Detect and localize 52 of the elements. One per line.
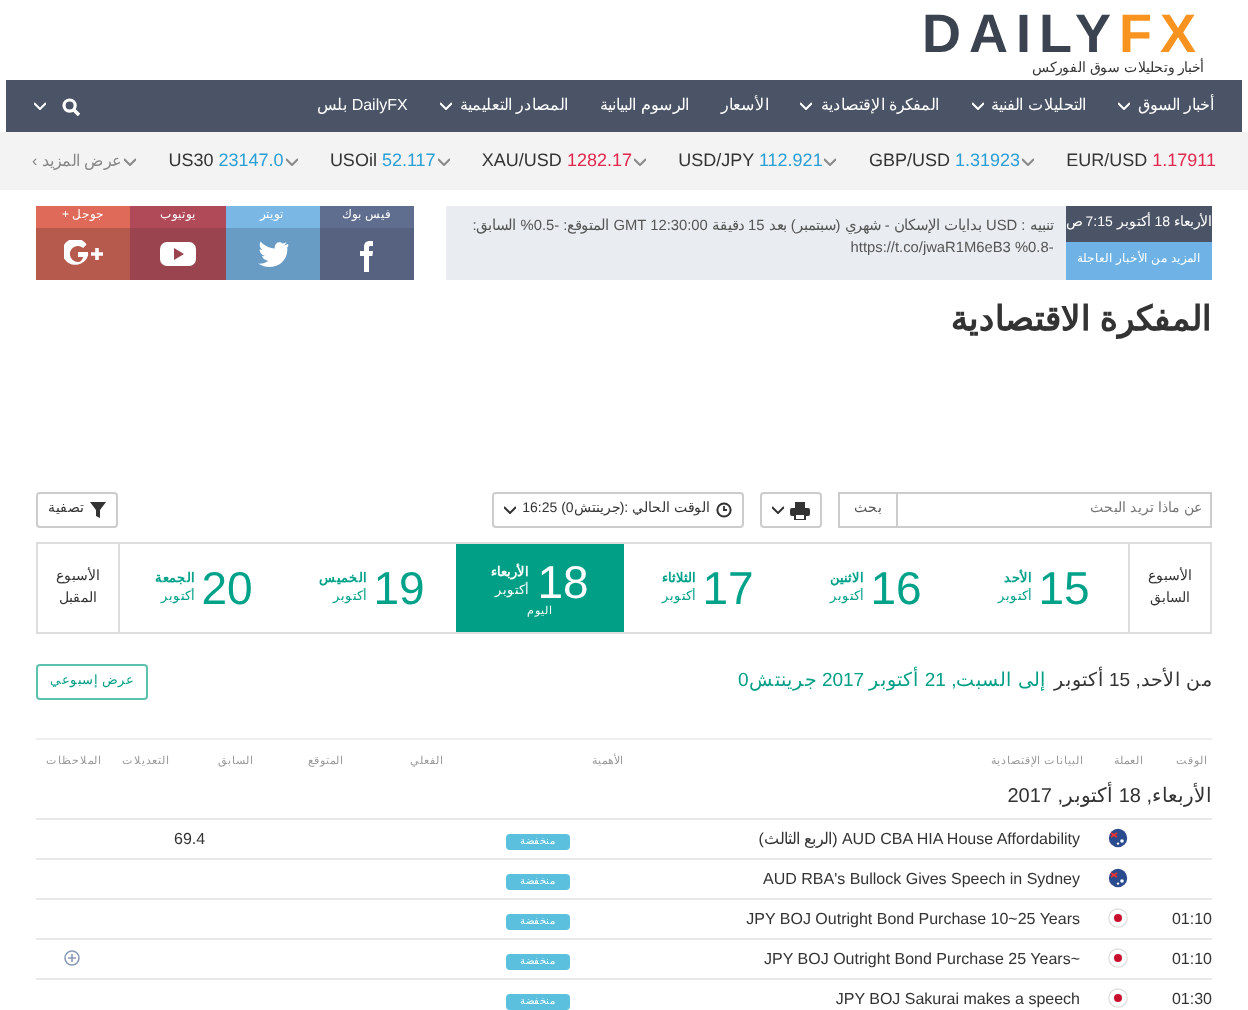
day-heading: الأربعاء, 18 أكتوبر, 2017 <box>36 778 1212 818</box>
caret-icon <box>634 157 647 165</box>
nav-link[interactable]: الأسعار <box>720 94 769 118</box>
caret-icon <box>824 157 837 165</box>
social-button[interactable] <box>319 228 414 280</box>
social-button[interactable] <box>225 228 320 280</box>
nav-link[interactable]: الرسوم البيانية <box>600 94 689 118</box>
caret-icon <box>504 506 517 514</box>
ticker-quote[interactable]: USD/JPY 112.921 <box>678 147 823 175</box>
search-icon[interactable] <box>62 97 80 115</box>
caret-icon <box>971 102 984 110</box>
social-button[interactable] <box>36 228 131 280</box>
clock-icon <box>716 502 732 518</box>
nav-link[interactable]: التحليلات الفنية <box>971 94 1086 118</box>
caret-icon <box>800 102 813 110</box>
nav-link[interactable]: المصادر التعليمية <box>439 94 569 118</box>
ticker-quote[interactable]: XAU/USD 1282.17 <box>481 147 632 175</box>
nav-link[interactable]: DailyFX بلس <box>317 94 408 118</box>
google-plus-icon <box>63 240 104 268</box>
date-range-end: إلى السبت, 21 أكتوبر 2017 جرينتش0 <box>738 667 1046 696</box>
caret-icon <box>285 157 298 165</box>
event-name: AUD RBA's Bullock Gives Speech in Sydney <box>763 869 1080 887</box>
ticker-quote[interactable]: EUR/USD 1.17911 <box>1066 147 1216 175</box>
ticker-quote[interactable]: US30 23147.0 <box>168 147 284 175</box>
social-button[interactable] <box>130 228 225 280</box>
ticker-quote[interactable]: GBP/USD 1.31923 <box>868 147 1020 175</box>
event-time: 01:10 <box>1171 949 1212 967</box>
event-time: 01:30 <box>1171 989 1212 1007</box>
caret-icon <box>1117 102 1130 110</box>
expand-icon[interactable] <box>63 950 79 967</box>
caret-icon <box>34 102 46 110</box>
page-title: المفكرة الاقتصادية <box>948 300 1212 343</box>
ticker-quote[interactable]: USOil 52.117 <box>329 147 436 175</box>
filter-icon <box>90 502 106 518</box>
event-name: AUD CBA HIA House Affordability (الربع الثالث) <box>758 829 1080 847</box>
event-name: ~JPY BOJ Outright Bond Purchase 25 Years <box>764 949 1080 967</box>
caret-icon <box>124 157 137 165</box>
logo[interactable]: DAILY FX <box>921 8 1204 60</box>
nav-link[interactable]: المفكرة الإقتصادية <box>800 94 940 118</box>
event-time: 01:10 <box>1171 909 1212 927</box>
event-name: JPY BOJ Sakurai makes a speech <box>835 989 1080 1007</box>
caret-icon <box>437 157 450 165</box>
printer-icon <box>790 501 810 519</box>
nav-link[interactable]: أخبار السوق <box>1117 94 1214 118</box>
video-play-icon <box>159 240 196 268</box>
caret-icon <box>439 102 452 110</box>
date-range-start: من الأحد, 15 أكتوبر <box>1053 667 1212 696</box>
caret-icon <box>772 506 784 514</box>
previous-value: 69.4 <box>174 829 206 847</box>
caret-icon <box>1022 157 1035 165</box>
print-button[interactable] <box>760 492 822 528</box>
event-name: JPY BOJ Outright Bond Purchase 10~25 Years <box>746 909 1080 927</box>
